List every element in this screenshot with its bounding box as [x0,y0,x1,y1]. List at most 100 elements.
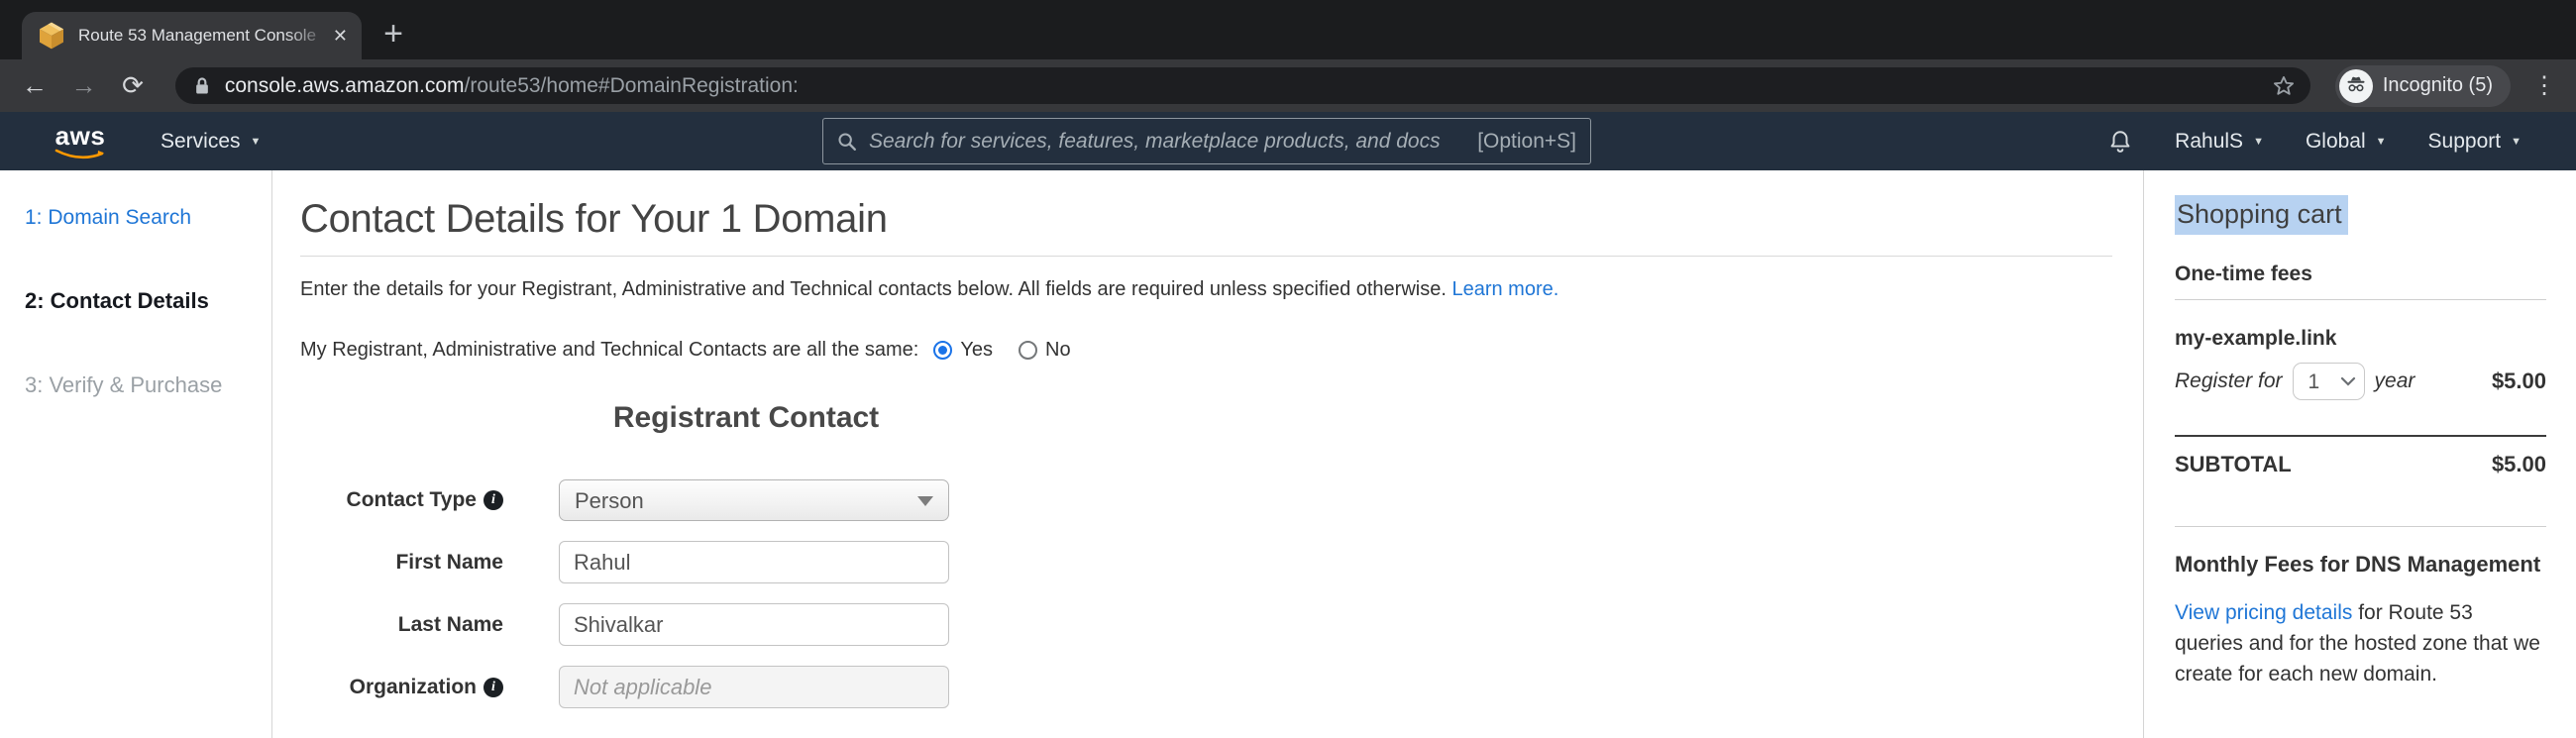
last-name-label-cell: Last Name [300,613,503,637]
tab-title: Route 53 Management Console [78,26,317,45]
search-placeholder: Search for services, features, marketpla… [869,129,1441,153]
url-domain: console.aws.amazon.com [224,73,465,97]
search-shortcut: [Option+S] [1477,129,1576,153]
support-label: Support [2427,129,2502,153]
subtotal-row: SUBTOTAL $5.00 [2175,452,2546,477]
forward-icon[interactable]: → [69,70,99,101]
radio-option-no[interactable]: No [1019,339,1071,362]
last-name-input[interactable] [559,603,949,646]
description-text: Enter the details for your Registrant, A… [300,278,1447,300]
step-contact-details: 2: Contact Details [25,288,209,313]
lock-icon [196,77,208,93]
first-name-label: First Name [395,550,503,574]
info-icon[interactable]: i [483,677,503,697]
notifications-bell-icon[interactable] [2107,128,2133,156]
subtotal-label: SUBTOTAL [2175,452,2292,476]
radio-no-label: No [1045,339,1071,361]
first-name-row: First Name [300,541,1192,583]
contact-type-label-cell: Contact Type i [300,488,503,512]
radio-option-yes[interactable]: Yes [933,339,993,362]
contact-type-label: Contact Type [346,488,477,511]
cart-divider [2175,299,2546,300]
back-icon[interactable]: ← [20,70,50,101]
first-name-input[interactable] [559,541,949,583]
radio-yes-label: Yes [960,339,994,361]
main-panel: Contact Details for Your 1 Domain Enter … [272,170,2143,738]
contacts-same-row: My Registrant, Administrative and Techni… [300,339,2143,362]
organization-label: Organization [349,675,477,698]
region-menu[interactable]: Global ▼ [2306,130,2387,154]
cart-title-highlighted-text: Shopping cart [2175,195,2348,235]
page-description: Enter the details for your Registrant, A… [300,278,2143,301]
aws-logo-text: aws [54,120,106,151]
info-icon[interactable]: i [483,490,503,510]
account-menu[interactable]: RahulS ▼ [2175,130,2264,154]
monthly-fees-heading: Monthly Fees for DNS Management [2175,552,2541,577]
region-label: Global [2305,129,2366,153]
incognito-icon [2338,68,2373,103]
aws-navbar: aws Services ▼ Search for services, feat… [0,112,2576,170]
incognito-label: Incognito (5) [2382,74,2493,96]
support-menu[interactable]: Support ▼ [2428,130,2522,154]
first-name-label-cell: First Name [300,551,503,575]
address-bar[interactable]: console.aws.amazon.com/route53/home#Doma… [174,67,2310,104]
cart-register-row: Register for 1 year $5.00 [2175,363,2546,400]
monthly-fees-text: View pricing details for Route 53 querie… [2175,597,2546,689]
learn-more-link[interactable]: Learn more. [1451,278,1558,300]
organization-row: Organization i [300,666,1192,708]
step-domain-search[interactable]: 1: Domain Search [25,206,262,230]
contact-type-select[interactable]: Person [559,479,949,521]
browser-tab[interactable]: Route 53 Management Console ✕ [22,12,362,59]
organization-input[interactable] [559,666,949,708]
services-label: Services [161,129,241,153]
view-pricing-details-link[interactable]: View pricing details [2175,601,2352,624]
aws-smile-icon [54,149,104,158]
browser-menu-icon[interactable]: ⋮ [2532,71,2556,100]
cart-title: Shopping cart [2175,195,2546,235]
last-name-row: Last Name [300,603,1192,646]
form-heading: Registrant Contact [612,401,880,434]
one-time-fees-heading: One-time fees [2175,263,2312,285]
browser-toolbar: ← → ⟳ console.aws.amazon.com/route53/hom… [0,59,2576,112]
tab-strip: Route 53 Management Console ✕ + [0,0,2576,59]
step-domain-search-link[interactable]: 1: Domain Search [25,206,191,229]
chevron-down-icon: ▼ [2375,135,2387,148]
last-name-label: Last Name [397,612,503,636]
url-text: console.aws.amazon.com/route53/home#Doma… [225,74,2271,98]
chevron-down-icon: ▼ [2253,135,2264,148]
subtotal-divider [2175,435,2546,437]
year-label: year [2374,369,2415,392]
browser-window: Route 53 Management Console ✕ + ← → ⟳ co… [0,0,2576,738]
cart-divider [2175,526,2546,527]
radio-yes-selected-icon[interactable] [933,341,953,360]
aws-search-box[interactable]: Search for services, features, marketpla… [822,118,1591,164]
bookmark-star-icon[interactable] [2271,73,2297,99]
search-icon [838,132,856,151]
chevron-down-icon: ▼ [250,135,262,148]
item-price: $5.00 [2491,369,2546,393]
chevron-down-icon: ▼ [2511,135,2522,148]
cart-item-domain: my-example.link [2175,327,2337,350]
radio-no-icon[interactable] [1019,341,1038,360]
register-for-label: Register for [2175,369,2283,392]
services-menu[interactable]: Services ▼ [161,130,261,154]
organization-label-cell: Organization i [300,676,503,699]
wizard-steps-sidebar: 1: Domain Search 2: Contact Details 3: V… [0,170,272,738]
subtotal-value: $5.00 [2491,452,2546,476]
shopping-cart-panel: Shopping cart One-time fees my-example.l… [2143,170,2576,738]
aws-logo[interactable]: aws [54,123,106,160]
route53-favicon-cube-icon [40,22,63,50]
tab-close-icon[interactable]: ✕ [331,25,350,47]
registration-years-select[interactable]: 1 [2292,363,2365,400]
step-verify-purchase: 3: Verify & Purchase [25,372,223,397]
new-tab-button[interactable]: + [376,15,411,53]
reload-icon[interactable]: ⟳ [118,70,148,101]
url-path: /route53/home#DomainRegistration: [464,73,799,97]
contacts-same-question: My Registrant, Administrative and Techni… [300,339,919,361]
title-divider [300,256,2112,257]
page-title: Contact Details for Your 1 Domain [300,197,888,241]
account-name: RahulS [2175,129,2244,153]
incognito-badge: Incognito (5) [2334,64,2511,107]
contact-type-row: Contact Type i Person [300,479,1192,521]
registrant-contact-form: Registrant Contact Contact Type i Person [300,401,1192,708]
